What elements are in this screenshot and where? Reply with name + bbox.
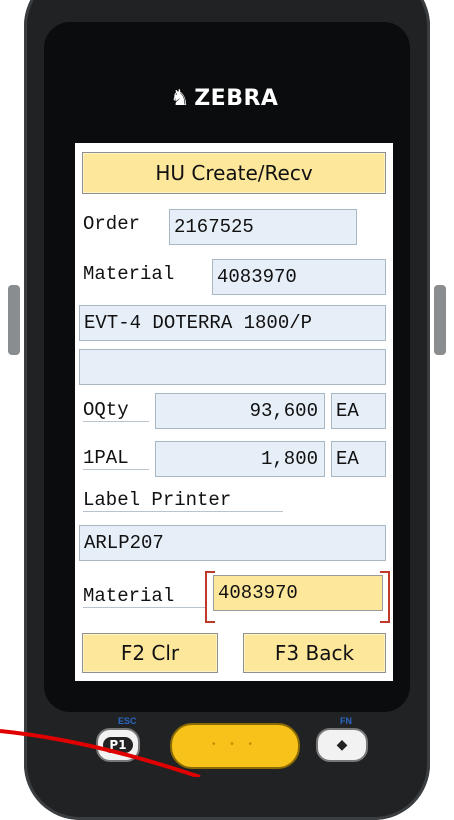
annotation-line-path — [0, 729, 201, 777]
annotation-arrow-line — [0, 729, 201, 777]
zebra-device: ♞ ZEBRA HU Create/Recv Order 2167525 Mate… — [0, 0, 454, 820]
